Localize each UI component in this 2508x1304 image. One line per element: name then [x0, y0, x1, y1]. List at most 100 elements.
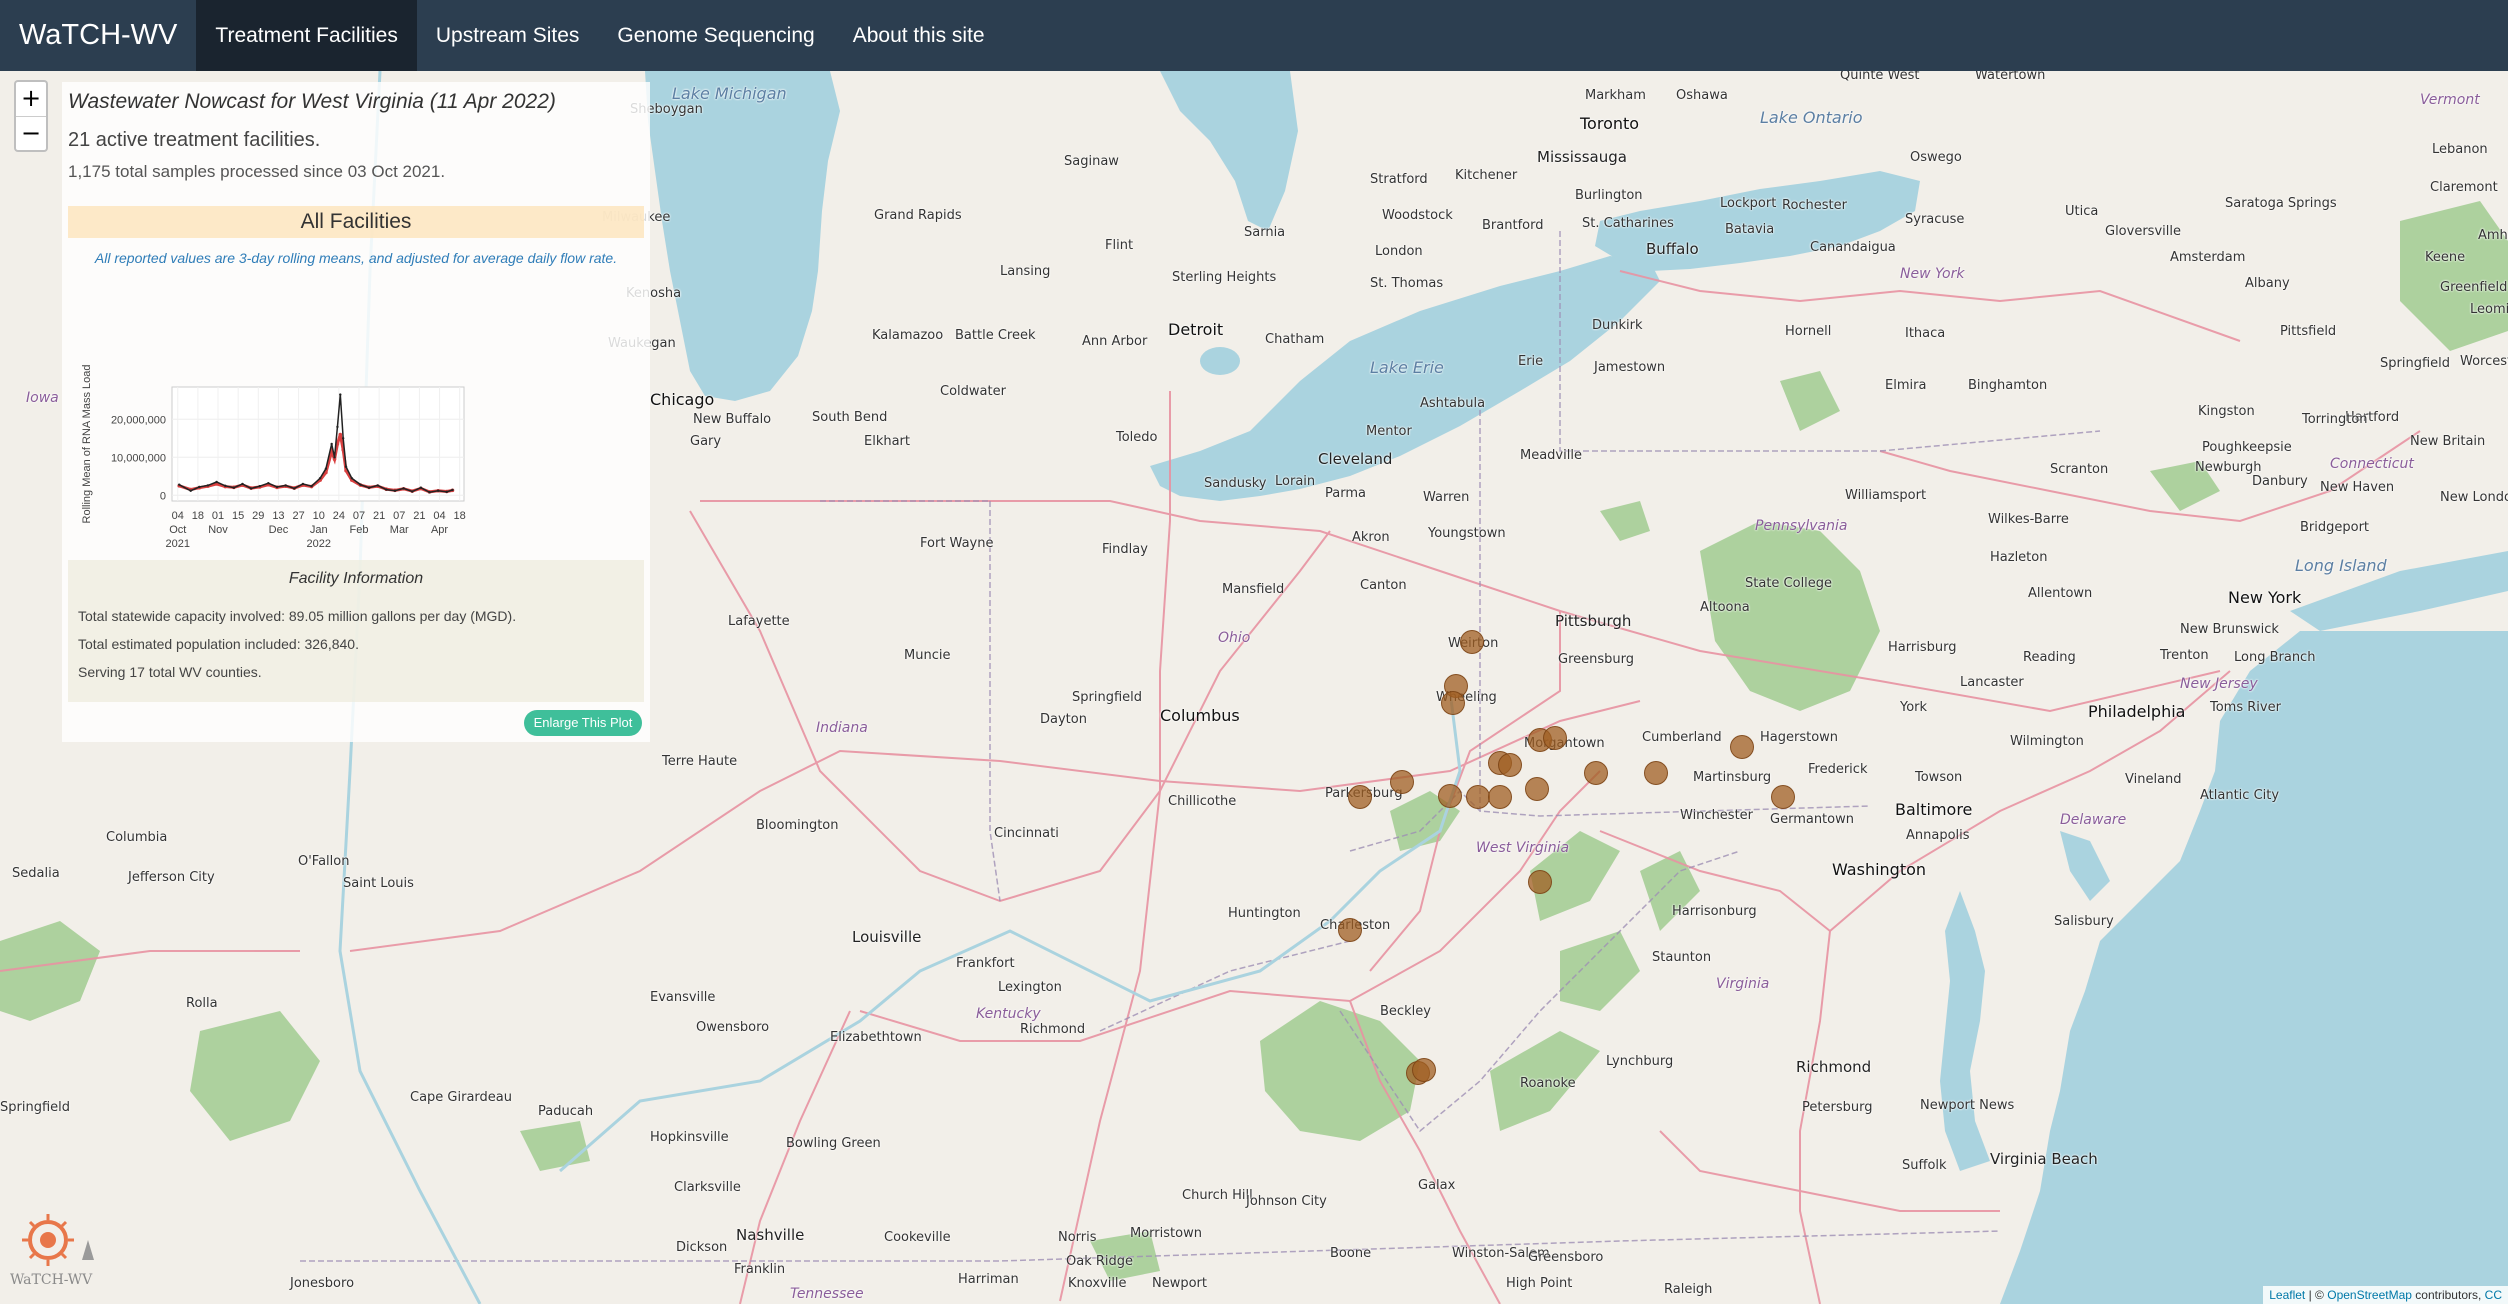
data-point [284, 484, 287, 487]
data-point [419, 486, 423, 489]
facility-marker[interactable] [1584, 761, 1608, 785]
logo-text: WaTCH-WV [10, 1272, 93, 1288]
facility-marker[interactable] [1543, 726, 1567, 750]
x-tick-label: 18 [454, 510, 466, 522]
facility-marker[interactable] [1390, 770, 1414, 794]
data-point [385, 488, 388, 491]
osm-link[interactable]: OpenStreetMap [2327, 1288, 2412, 1302]
facility-marker[interactable] [1466, 785, 1490, 809]
data-point [333, 456, 336, 459]
info-capacity: Total statewide capacity involved: 89.05… [78, 608, 517, 624]
nav-about[interactable]: About this site [834, 0, 1004, 71]
facility-marker[interactable] [1438, 784, 1462, 808]
attribution-rest: contributors, [2411, 1288, 2485, 1302]
x-tick-month: Apr [431, 524, 448, 536]
data-point [275, 485, 279, 489]
enlarge-plot-button[interactable]: Enlarge This Plot [524, 710, 642, 736]
x-tick-label: 07 [353, 510, 365, 522]
data-point [350, 477, 354, 480]
data-point [451, 488, 454, 492]
y-tick-label: 20,000,000 [111, 414, 166, 426]
map-attribution: Leaflet | © OpenStreetMap contributors, … [2263, 1286, 2508, 1304]
data-point [402, 487, 405, 490]
facility-marker[interactable] [1441, 691, 1465, 715]
rolling-mean-note: All reported values are 3-day rolling me… [94, 250, 618, 266]
facility-info-title: Facility Information [288, 570, 424, 587]
data-point [241, 482, 244, 486]
x-tick-label: 21 [373, 510, 385, 522]
facility-marker[interactable] [1498, 753, 1522, 777]
x-tick-label: 24 [333, 510, 345, 522]
data-point [367, 486, 371, 489]
data-point [198, 485, 201, 489]
cc-link[interactable]: CC [2485, 1288, 2502, 1302]
leaflet-link[interactable]: Leaflet [2269, 1288, 2305, 1302]
data-point [341, 437, 345, 440]
zoom-out-button[interactable]: − [16, 116, 46, 150]
x-tick-month: Dec [269, 524, 289, 536]
x-tick-label: 29 [252, 510, 264, 522]
navbar: WaTCH-WV Treatment Facilities Upstream S… [0, 0, 2508, 71]
info-counties: Serving 17 total WV counties. [78, 664, 262, 680]
data-point [376, 484, 379, 487]
facility-marker[interactable] [1412, 1058, 1436, 1082]
facility-marker[interactable] [1644, 761, 1668, 785]
x-tick-label: 13 [272, 510, 284, 522]
data-point [249, 487, 253, 490]
samples-processed: 1,175 total samples processed since 03 O… [68, 162, 446, 181]
data-point [411, 490, 414, 493]
x-tick-label: 07 [393, 510, 405, 522]
facility-marker[interactable] [1528, 870, 1552, 894]
info-population: Total estimated population included: 326… [78, 636, 359, 652]
facility-marker[interactable] [1730, 735, 1754, 759]
data-point [215, 480, 218, 484]
y-axis-label: Rolling Mean of RNA Mass Load [81, 365, 93, 524]
y-tick-label: 10,000,000 [111, 452, 166, 464]
facility-marker[interactable] [1525, 777, 1549, 801]
x-tick-label: 01 [212, 510, 224, 522]
facility-marker[interactable] [1771, 785, 1795, 809]
x-tick-month: Feb [350, 524, 369, 536]
data-point [436, 489, 440, 492]
active-facilities-count: 21 active treatment facilities. [68, 129, 321, 151]
data-point [224, 484, 227, 487]
data-point [344, 465, 348, 468]
nav-treatment-facilities[interactable]: Treatment Facilities [196, 0, 417, 71]
data-point [301, 482, 305, 486]
zoom-in-button[interactable]: + [16, 82, 46, 116]
data-point [232, 486, 236, 489]
data-point [267, 481, 270, 485]
x-tick-label: 18 [192, 510, 204, 522]
x-tick-year: 2021 [166, 538, 190, 550]
facility-selector[interactable]: All Facilities [68, 206, 644, 238]
facility-marker[interactable] [1338, 918, 1362, 942]
x-tick-month: Mar [390, 524, 409, 536]
data-point [324, 467, 328, 470]
data-point [330, 442, 333, 446]
data-point [318, 477, 322, 480]
data-point [293, 487, 296, 490]
data-point [338, 432, 343, 437]
x-tick-month: Oct [169, 524, 186, 536]
data-point [336, 425, 339, 429]
facility-info-box: Facility Information Total statewide cap… [68, 560, 644, 702]
x-tick-month: Jan [310, 524, 328, 536]
data-point [359, 483, 362, 486]
data-point [189, 489, 192, 492]
x-tick-label: 15 [232, 510, 244, 522]
data-point [206, 484, 210, 487]
nav-upstream-sites[interactable]: Upstream Sites [417, 0, 599, 71]
facility-marker[interactable] [1460, 630, 1484, 654]
panel-title: Wastewater Nowcast for West Virginia (11… [68, 90, 556, 113]
facility-marker[interactable] [1488, 785, 1512, 809]
facility-marker[interactable] [1348, 785, 1372, 809]
data-point [393, 489, 397, 492]
x-tick-year: 2022 [306, 538, 330, 550]
data-point [428, 491, 431, 494]
zoom-control: + − [14, 80, 48, 152]
x-tick-label: 04 [172, 510, 184, 522]
data-point [445, 490, 448, 494]
attribution-sep: | © [2305, 1288, 2328, 1302]
brand[interactable]: WaTCH-WV [0, 0, 196, 71]
nav-genome-sequencing[interactable]: Genome Sequencing [598, 0, 833, 71]
